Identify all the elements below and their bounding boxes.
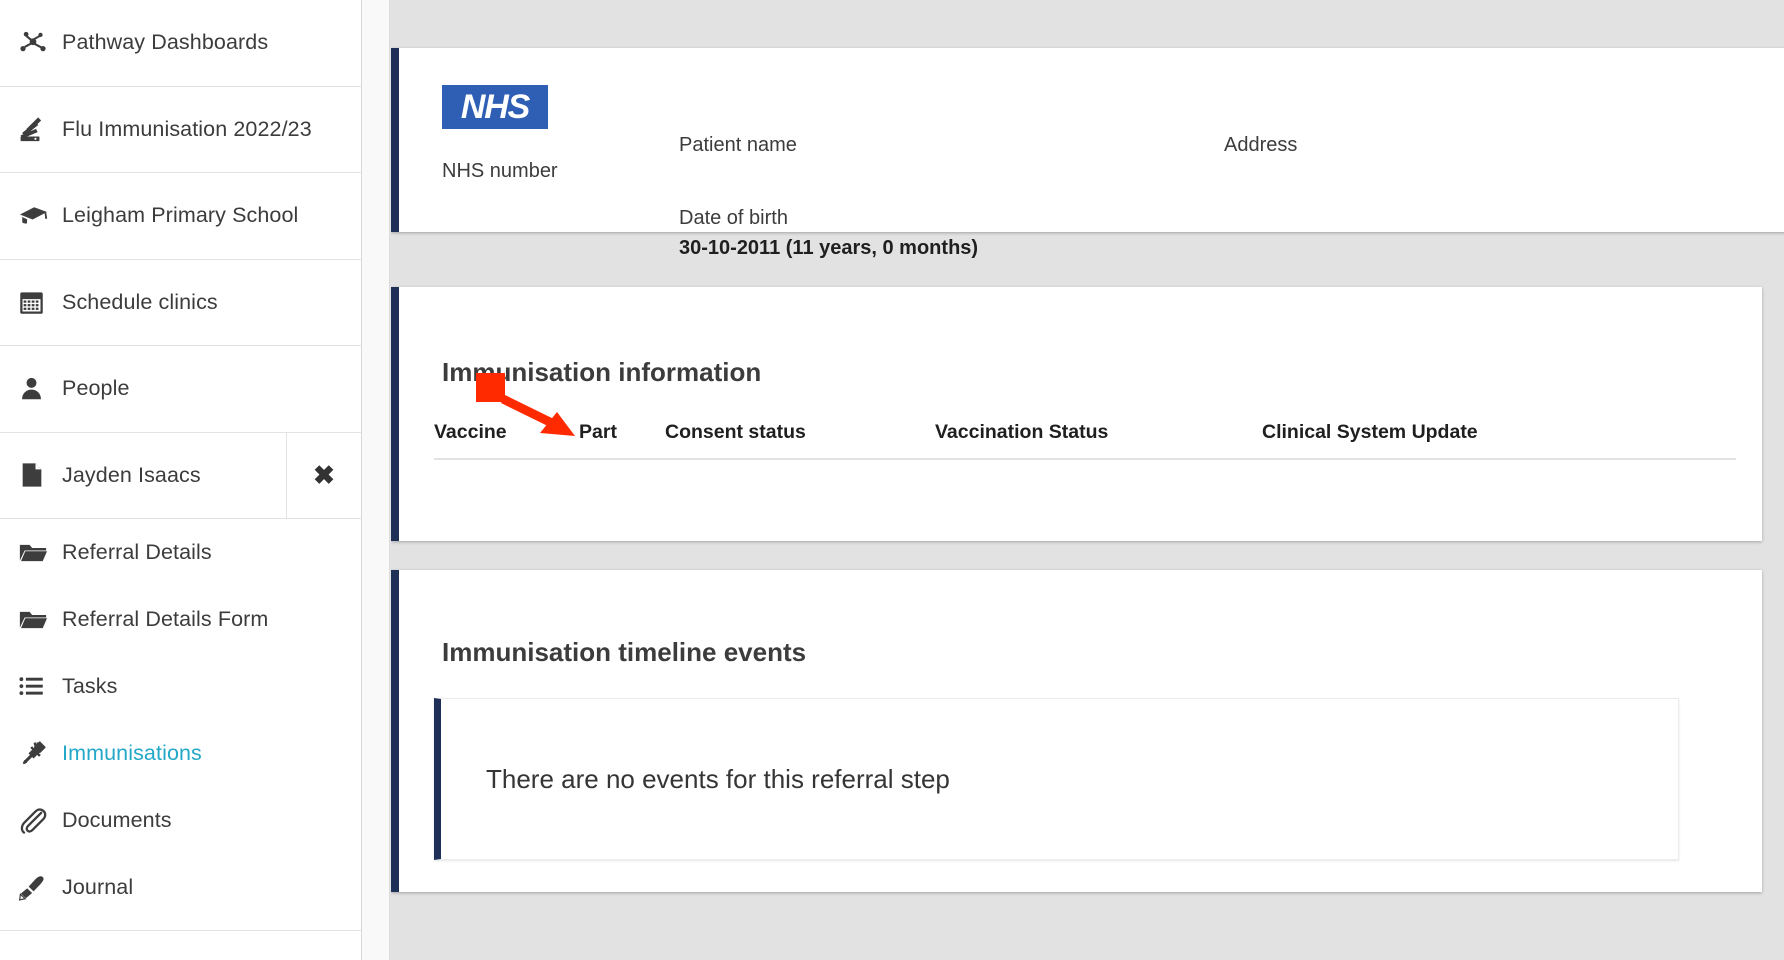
close-icon: ✖ xyxy=(313,462,335,488)
address-field: Address xyxy=(1224,134,1297,164)
sidebar-item-referral-details[interactable]: Referral Details xyxy=(0,519,361,586)
sidebar-patient-label: Jayden Isaacs xyxy=(62,463,201,488)
column-header-vaccination-status[interactable]: Vaccination Status xyxy=(935,421,1262,444)
sidebar-item-jayden-isaacs[interactable]: Jayden Isaacs xyxy=(0,433,287,519)
sidebar-item-leigham-primary-school[interactable]: Leigham Primary School xyxy=(0,173,361,260)
graduation-cap-icon xyxy=(18,200,62,231)
sidebar-item-label: Referral Details xyxy=(62,540,212,565)
fan-cards-icon xyxy=(18,114,62,145)
sidebar-item-pathway-dashboards[interactable]: Pathway Dashboards xyxy=(0,0,361,87)
patient-name-field: Patient name xyxy=(679,134,797,164)
address-label: Address xyxy=(1224,134,1297,157)
sidebar-item-label: Immunisations xyxy=(62,741,202,766)
folder-open-icon xyxy=(18,605,62,635)
nhs-number-field: NHS number xyxy=(442,160,558,190)
sidebar-item-referral-details-form[interactable]: Referral Details Form xyxy=(0,586,361,653)
sidebar-item-label: Documents xyxy=(62,808,172,833)
date-of-birth-field: Date of birth 30-10-2011 (11 years, 0 mo… xyxy=(679,207,978,260)
sidebar-item-tasks[interactable]: Tasks xyxy=(0,653,361,720)
sidebar-item-people[interactable]: People xyxy=(0,346,361,433)
sidebar-item-journal[interactable]: Journal xyxy=(0,854,361,921)
immunisation-timeline-title: Immunisation timeline events xyxy=(442,637,806,668)
sidebar-item-label: Leigham Primary School xyxy=(62,203,298,228)
sidebar-item-schedule-clinics[interactable]: Schedule clinics xyxy=(0,260,361,347)
sidebar-item-label: Tasks xyxy=(62,674,117,699)
calendar-icon xyxy=(18,289,62,316)
file-icon xyxy=(18,461,62,489)
sidebar-item-label: People xyxy=(62,376,130,401)
sidebar-item-label: Referral Details Form xyxy=(62,607,268,632)
sidebar-item-label: Journal xyxy=(62,875,133,900)
paperclip-icon xyxy=(18,806,62,835)
timeline-empty-panel: There are no events for this referral st… xyxy=(434,698,1679,860)
sidebar-item-flu-immunisation[interactable]: Flu Immunisation 2022/23 xyxy=(0,87,361,174)
close-patient-button[interactable]: ✖ xyxy=(287,433,361,519)
column-header-clinical-system-update[interactable]: Clinical System Update xyxy=(1262,421,1562,444)
patient-name-label: Patient name xyxy=(679,134,797,157)
column-header-consent-status[interactable]: Consent status xyxy=(665,421,935,444)
timeline-empty-message: There are no events for this referral st… xyxy=(486,764,950,795)
sidebar-item-label: Flu Immunisation 2022/23 xyxy=(62,117,312,142)
main-content: NHS NHS number Patient name Date of birt… xyxy=(391,0,1784,960)
column-header-part[interactable]: Part xyxy=(579,421,665,444)
sidebar-patient-row: Jayden Isaacs ✖ xyxy=(0,433,361,520)
date-of-birth-label: Date of birth xyxy=(679,207,978,230)
pen-icon xyxy=(18,873,62,902)
sidebar-item-label: Pathway Dashboards xyxy=(62,30,268,55)
hub-icon xyxy=(18,28,62,58)
table-header-row: Vaccine Part Consent status Vaccination … xyxy=(434,421,1736,460)
column-header-vaccine[interactable]: Vaccine xyxy=(434,421,579,444)
sidebar-divider xyxy=(0,930,362,931)
folder-open-icon xyxy=(18,538,62,568)
immunisation-information-card: Immunisation information Vaccine Part Co… xyxy=(391,287,1762,541)
sidebar-gutter xyxy=(362,0,390,960)
nhs-number-label: NHS number xyxy=(442,160,558,183)
patient-banner-card: NHS NHS number Patient name Date of birt… xyxy=(391,48,1784,232)
sidebar: Pathway Dashboards Flu Immunisation 2022… xyxy=(0,0,362,960)
syringe-icon xyxy=(18,738,62,769)
immunisation-table: Vaccine Part Consent status Vaccination … xyxy=(434,421,1736,460)
sidebar-item-label: Schedule clinics xyxy=(62,290,218,315)
sidebar-item-documents[interactable]: Documents xyxy=(0,787,361,854)
nhs-logo: NHS xyxy=(442,85,548,129)
immunisation-information-title: Immunisation information xyxy=(442,357,761,388)
list-icon xyxy=(18,673,62,700)
app-root: Pathway Dashboards Flu Immunisation 2022… xyxy=(0,0,1784,960)
sidebar-item-immunisations[interactable]: Immunisations xyxy=(0,720,361,787)
person-icon xyxy=(18,375,62,402)
date-of-birth-value: 30-10-2011 (11 years, 0 months) xyxy=(679,237,978,260)
immunisation-timeline-card: Immunisation timeline events There are n… xyxy=(391,570,1762,892)
